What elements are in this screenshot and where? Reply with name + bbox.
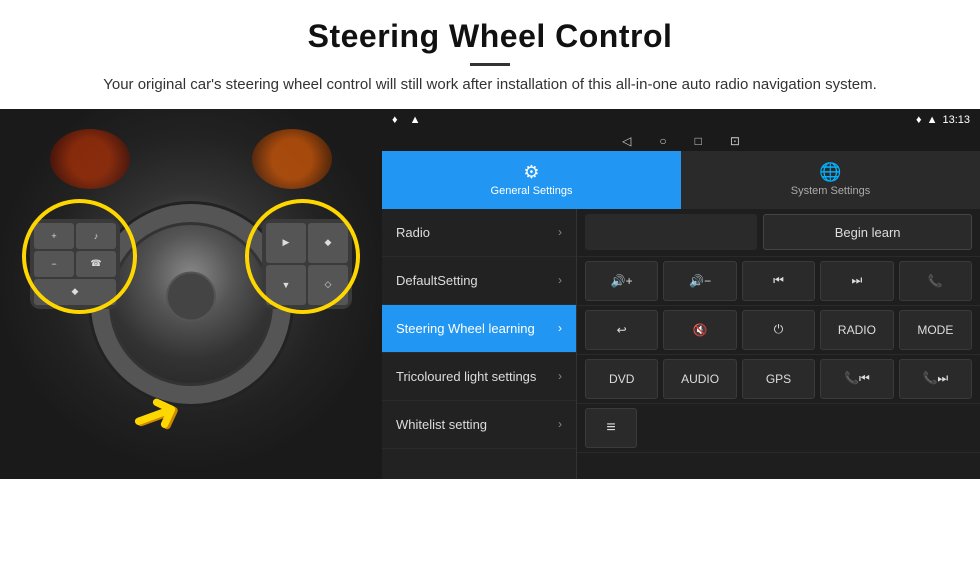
control-row-2: ↩ 🔇 ⏻ RADIO MODE [577, 306, 980, 355]
chevron-radio: › [558, 225, 562, 239]
menu-steering-label: Steering Wheel learning [396, 321, 535, 336]
menu-default-label: DefaultSetting [396, 273, 478, 288]
tab-system-settings[interactable]: 🌐 System Settings [681, 151, 980, 209]
location-icon: ♦ [916, 114, 922, 126]
menu-radio[interactable]: Radio › [382, 209, 576, 257]
btn-phone-next[interactable]: 📞⏭ [899, 359, 972, 399]
mode-label: MODE [917, 323, 953, 337]
gauge-right [252, 129, 332, 189]
chevron-whitelist: › [558, 417, 562, 431]
dvd-label: DVD [609, 372, 634, 386]
signal-icon: ▲ [410, 114, 421, 126]
menu-whitelist-label: Whitelist setting [396, 417, 487, 432]
btn-phone-prev[interactable]: 📞⏮ [820, 359, 893, 399]
tab-general-settings[interactable]: ⚙ General Settings [382, 151, 681, 209]
begin-learn-button[interactable]: Begin learn [763, 214, 972, 250]
wifi-icon: ♦ [392, 114, 398, 126]
status-bar: ♦ ▲ ♦ ▲ 13:13 [382, 109, 980, 131]
btn-power[interactable]: ⏻ [742, 310, 815, 350]
android-section: ♦ ▲ ♦ ▲ 13:13 ◁ ○ □ ⊡ ⚙ General Settings… [382, 109, 980, 479]
phone-prev-icon: 📞⏮ [844, 371, 870, 386]
btn-gps[interactable]: GPS [742, 359, 815, 399]
wifi-status-icon: ▲ [927, 114, 938, 126]
btn-hangup[interactable]: ↩ [585, 310, 658, 350]
clock-display: 13:13 [942, 114, 970, 126]
chevron-default: › [558, 273, 562, 287]
menu-tricoloured-label: Tricoloured light settings [396, 369, 536, 384]
header-description: Your original car's steering wheel contr… [60, 74, 920, 97]
btn-radio[interactable]: RADIO [820, 310, 893, 350]
panel-body: Radio › DefaultSetting › Steering Wheel … [382, 209, 980, 479]
status-bar-right: ♦ ▲ 13:13 [916, 114, 970, 126]
menu-radio-label: Radio [396, 225, 430, 240]
menu-default-setting[interactable]: DefaultSetting › [382, 257, 576, 305]
radio-label: RADIO [838, 323, 876, 337]
gear-icon: ⚙ [523, 162, 539, 183]
btn-phone: ☎ [76, 251, 116, 277]
tab-system-label: System Settings [791, 185, 870, 197]
btn-vol-up: + [34, 223, 74, 249]
btn-next-track[interactable]: ⏭ [820, 261, 893, 301]
app-icon[interactable]: ⊡ [730, 134, 740, 148]
home-nav-icon[interactable]: ○ [659, 134, 666, 148]
btn-nav: ◆ [308, 223, 348, 263]
btn-mode[interactable]: MODE [899, 310, 972, 350]
right-controls: Begin learn 🔊+ 🔊− ⏮ ⏭ [577, 209, 980, 479]
btn-prev-track[interactable]: ⏮ [742, 261, 815, 301]
btn-vol-down: − [34, 251, 74, 277]
btn-vol-down[interactable]: 🔊− [663, 261, 736, 301]
main-content: + ♪ − ☎ ◆ ▶ ◆ ▼ ◇ ➜ ♦ ▲ [0, 109, 980, 479]
page-header: Steering Wheel Control Your original car… [0, 0, 980, 109]
learn-input-spacer [585, 214, 757, 250]
car-image-section: + ♪ − ☎ ◆ ▶ ◆ ▼ ◇ ➜ [0, 109, 382, 479]
back-nav-icon[interactable]: ◁ [622, 134, 631, 148]
page-title: Steering Wheel Control [60, 18, 920, 55]
gauge-left [50, 129, 130, 189]
prev-icon: ⏮ [773, 273, 784, 288]
left-menu: Radio › DefaultSetting › Steering Wheel … [382, 209, 577, 479]
steering-wheel-bg: + ♪ − ☎ ◆ ▶ ◆ ▼ ◇ ➜ [0, 109, 382, 479]
audio-label: AUDIO [681, 372, 719, 386]
menu-steering-wheel[interactable]: Steering Wheel learning › [382, 305, 576, 353]
btn-audio[interactable]: AUDIO [663, 359, 736, 399]
btn-extra-left: ◆ [34, 279, 116, 305]
hangup-icon: ↩ [617, 323, 627, 337]
btn-mode: ♪ [76, 223, 116, 249]
phone-next-icon: 📞⏭ [922, 371, 948, 386]
left-button-cluster: + ♪ − ☎ ◆ [30, 219, 120, 309]
btn-seek-up: ▶ [266, 223, 306, 263]
btn-dvd[interactable]: DVD [585, 359, 658, 399]
btn-extra-right: ◇ [308, 265, 348, 305]
btn-phone[interactable]: 📞 [899, 261, 972, 301]
btn-mute[interactable]: 🔇 [663, 310, 736, 350]
steering-wheel-center [166, 271, 216, 321]
menu-whitelist[interactable]: Whitelist setting › [382, 401, 576, 449]
globe-icon: 🌐 [819, 162, 841, 183]
begin-learn-row: Begin learn [577, 209, 980, 257]
right-button-cluster: ▶ ◆ ▼ ◇ [262, 219, 352, 309]
menu-tricoloured[interactable]: Tricoloured light settings › [382, 353, 576, 401]
power-icon: ⏻ [774, 322, 784, 337]
control-row-1: 🔊+ 🔊− ⏮ ⏭ 📞 [577, 257, 980, 306]
whitelist-icon: ≡ [606, 419, 615, 437]
btn-vol-up[interactable]: 🔊+ [585, 261, 658, 301]
vol-down-icon: 🔊− [689, 274, 711, 288]
gps-label: GPS [766, 372, 791, 386]
next-icon: ⏭ [852, 273, 863, 288]
header-divider [470, 63, 510, 66]
status-bar-left: ♦ ▲ [392, 114, 421, 126]
btn-seek-down: ▼ [266, 265, 306, 305]
tab-general-label: General Settings [491, 185, 573, 197]
control-row-4: ≡ [577, 404, 980, 453]
chevron-tricoloured: › [558, 369, 562, 383]
vol-up-icon: 🔊+ [611, 274, 633, 288]
nav-bar[interactable]: ◁ ○ □ ⊡ [382, 131, 980, 151]
mute-icon: 🔇 [693, 323, 708, 337]
recents-nav-icon[interactable]: □ [695, 134, 702, 148]
btn-whitelist[interactable]: ≡ [585, 408, 637, 448]
phone-icon: 📞 [928, 274, 943, 288]
chevron-steering: › [558, 321, 562, 335]
control-row-3: DVD AUDIO GPS 📞⏮ 📞⏭ [577, 355, 980, 404]
settings-tabs: ⚙ General Settings 🌐 System Settings [382, 151, 980, 209]
